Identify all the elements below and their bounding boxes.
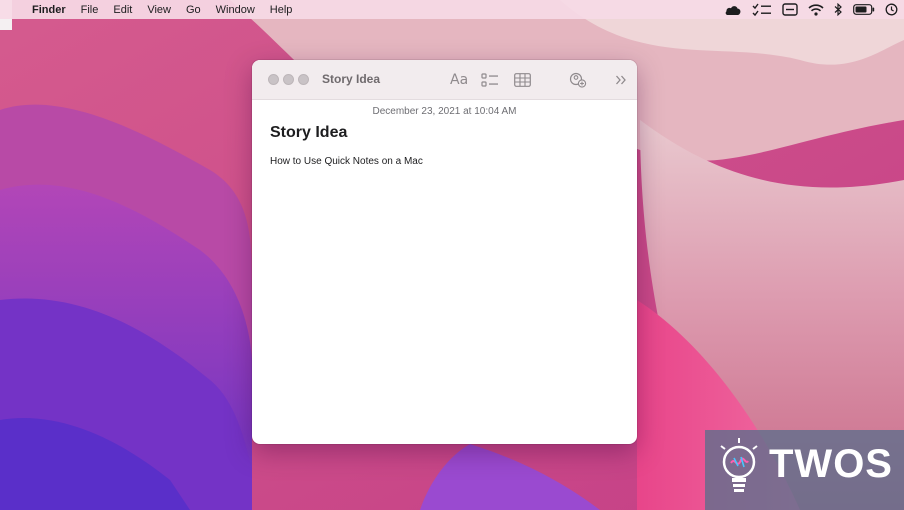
menu-bar: Finder File Edit View Go Window Help xyxy=(0,0,904,19)
more-icon[interactable] xyxy=(615,70,627,90)
icloud-icon[interactable] xyxy=(724,4,742,16)
menu-file[interactable]: File xyxy=(81,4,99,16)
zoom-button[interactable] xyxy=(298,74,309,85)
watermark-badge: TWOS xyxy=(705,430,904,510)
menu-edit[interactable]: Edit xyxy=(113,4,132,16)
checklist-icon[interactable] xyxy=(481,70,499,90)
window-title: Story Idea xyxy=(322,72,381,86)
time-machine-icon[interactable] xyxy=(885,3,898,16)
menu-view[interactable]: View xyxy=(147,4,171,16)
wifi-icon[interactable] xyxy=(808,3,824,16)
watermark-text: TWOS xyxy=(769,442,893,486)
checklist-icon[interactable] xyxy=(752,3,772,17)
screen-share-icon[interactable] xyxy=(782,3,798,16)
close-button[interactable] xyxy=(268,74,279,85)
apple-menu[interactable] xyxy=(0,0,22,19)
bluetooth-icon[interactable] xyxy=(834,3,843,16)
minimize-button[interactable] xyxy=(283,74,294,85)
notes-window: Story Idea Aa December 23, 2021 at 10:04… xyxy=(252,60,637,444)
table-icon[interactable] xyxy=(514,70,531,90)
menu-app-finder[interactable]: Finder xyxy=(32,4,66,16)
menu-window[interactable]: Window xyxy=(216,4,255,16)
menu-help[interactable]: Help xyxy=(270,4,293,16)
collaborate-icon[interactable] xyxy=(569,70,587,90)
window-titlebar: Story Idea Aa xyxy=(252,60,637,100)
note-title[interactable]: Story Idea xyxy=(270,124,347,142)
note-body-text[interactable]: How to Use Quick Notes on a Mac xyxy=(270,156,423,167)
menu-go[interactable]: Go xyxy=(186,4,201,16)
note-timestamp: December 23, 2021 at 10:04 AM xyxy=(372,106,517,117)
status-area xyxy=(724,0,898,19)
battery-icon[interactable] xyxy=(853,4,875,15)
format-button[interactable]: Aa xyxy=(450,70,468,90)
lightbulb-icon xyxy=(715,436,763,509)
